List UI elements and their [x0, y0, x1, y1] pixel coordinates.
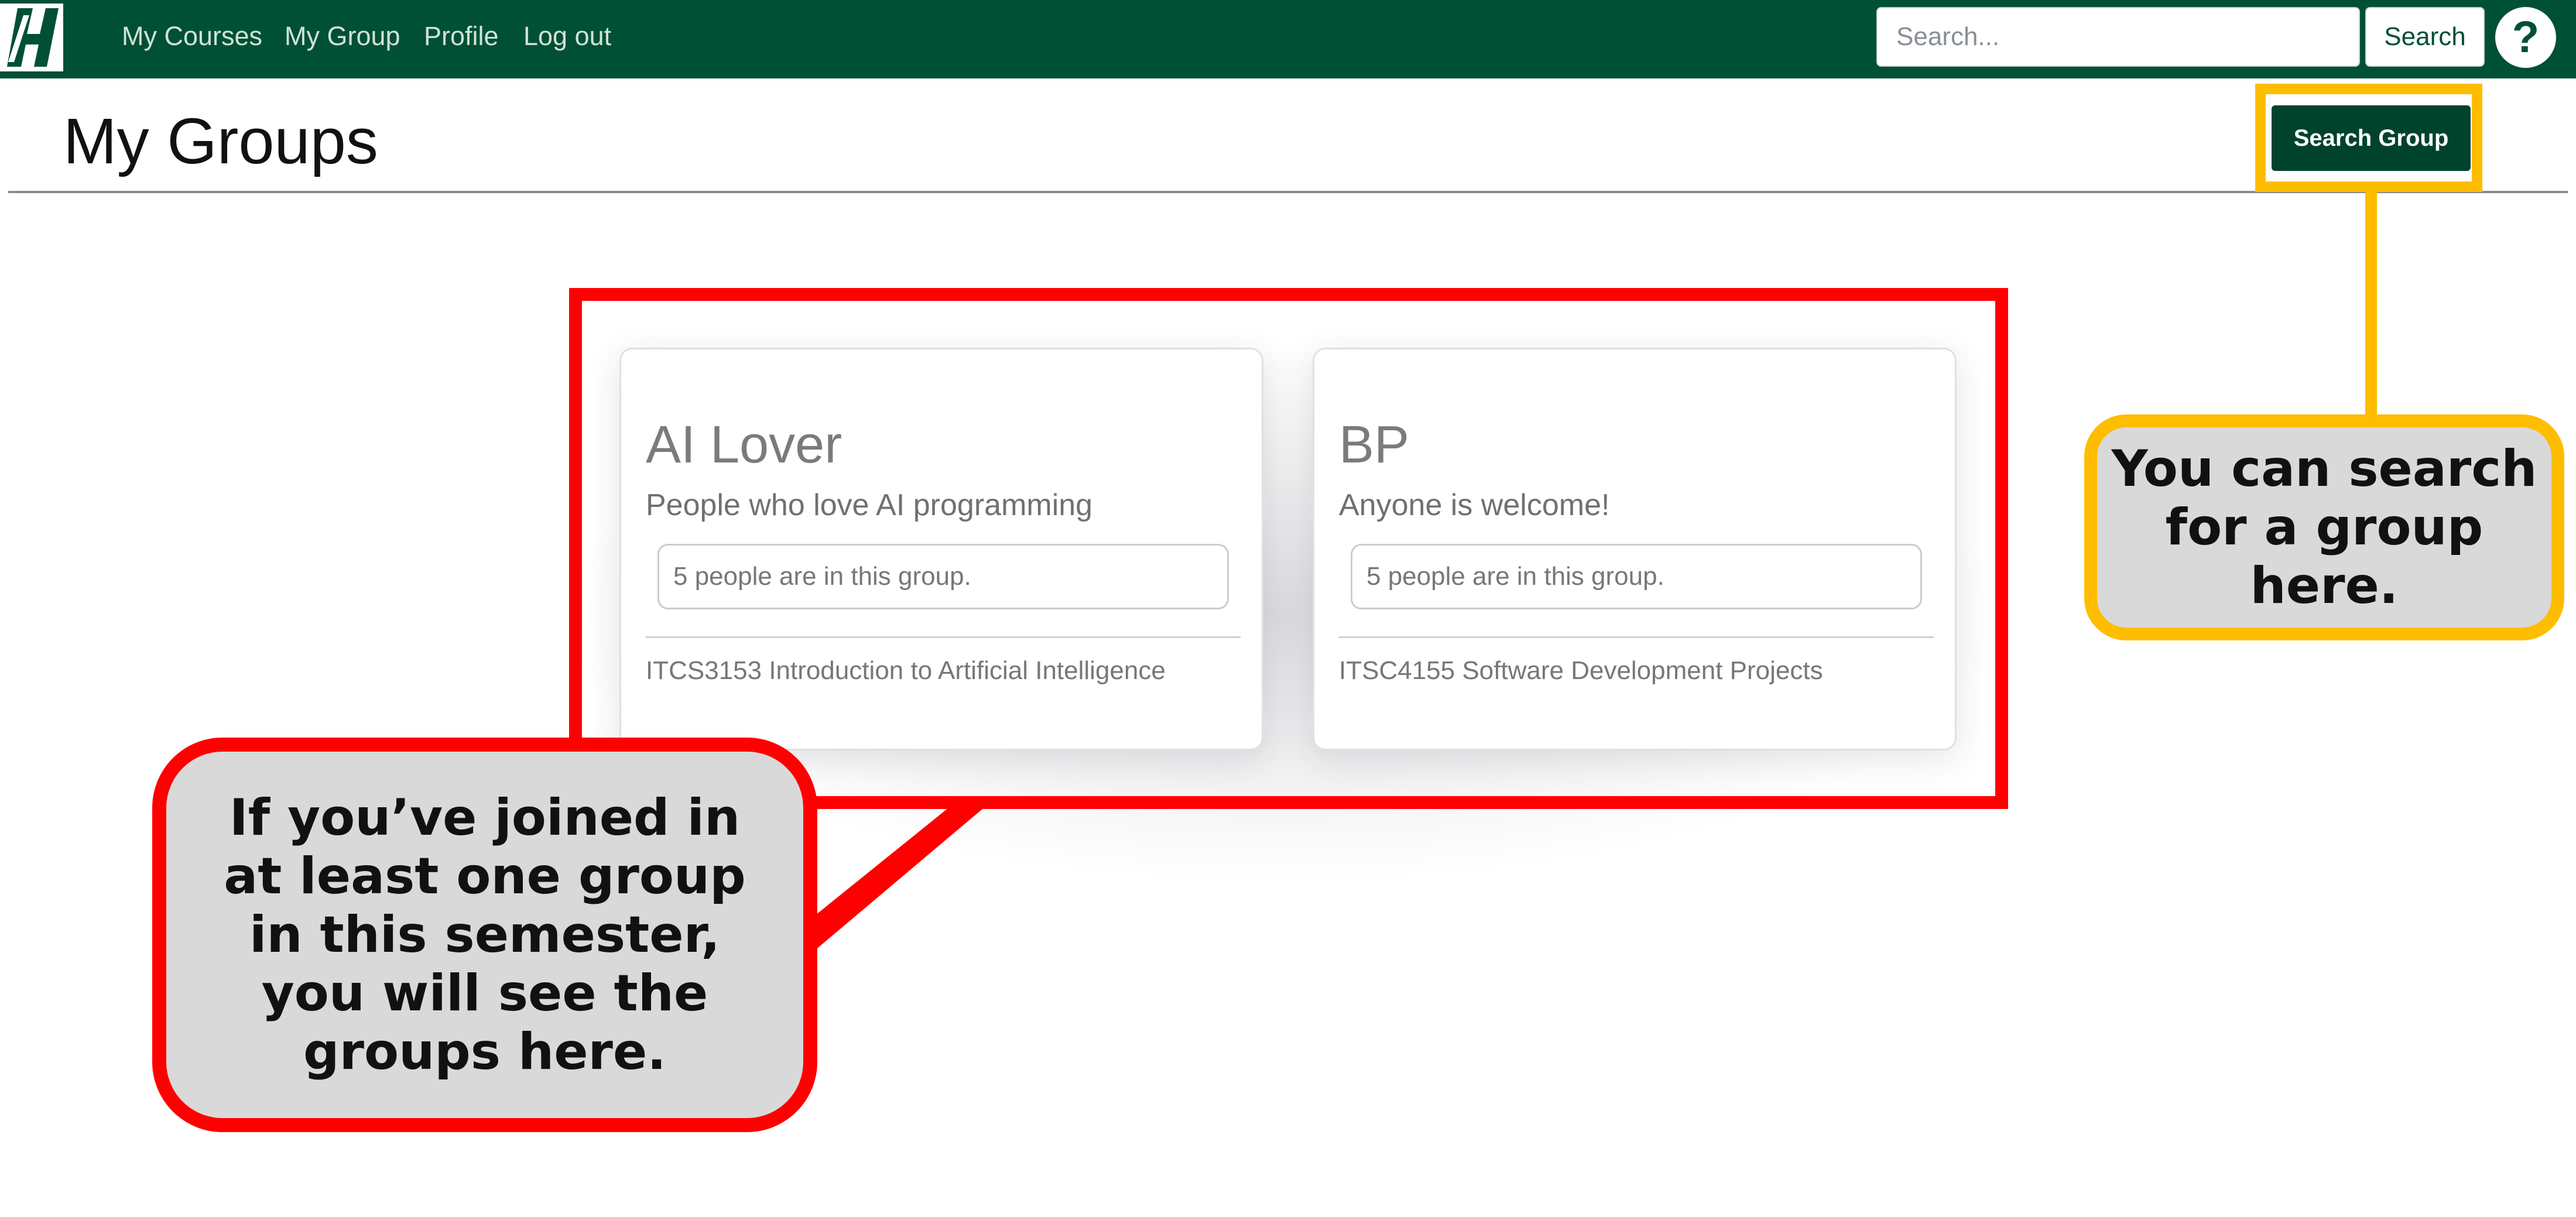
nav-link-my-group[interactable]: My Group	[285, 21, 400, 52]
nav-link-profile[interactable]: Profile	[424, 21, 499, 52]
search-callout-connector	[2365, 192, 2377, 416]
nav-link-my-courses[interactable]: My Courses	[122, 21, 262, 52]
groups-callout-text: If you’ve joined in at least one group i…	[224, 789, 746, 1081]
search-group-highlight-frame	[2255, 84, 2482, 192]
search-button[interactable]: Search	[2365, 7, 2485, 67]
search-input[interactable]	[1876, 7, 2360, 67]
header-divider	[8, 191, 2568, 193]
search-callout: You can search for a group here.	[2084, 414, 2564, 640]
nav-link-log-out[interactable]: Log out	[523, 21, 611, 52]
page-title: My Groups	[63, 105, 378, 177]
search-callout-text: You can search for a group here.	[2111, 440, 2537, 615]
groups-highlight-frame	[569, 288, 2008, 809]
question-mark-icon[interactable]: ?	[2495, 7, 2556, 68]
top-navbar: My Courses My Group Profile Log out Sear…	[0, 0, 2576, 78]
groups-callout: If you’ve joined in at least one group i…	[152, 738, 817, 1132]
university-logo-icon[interactable]	[0, 4, 63, 71]
